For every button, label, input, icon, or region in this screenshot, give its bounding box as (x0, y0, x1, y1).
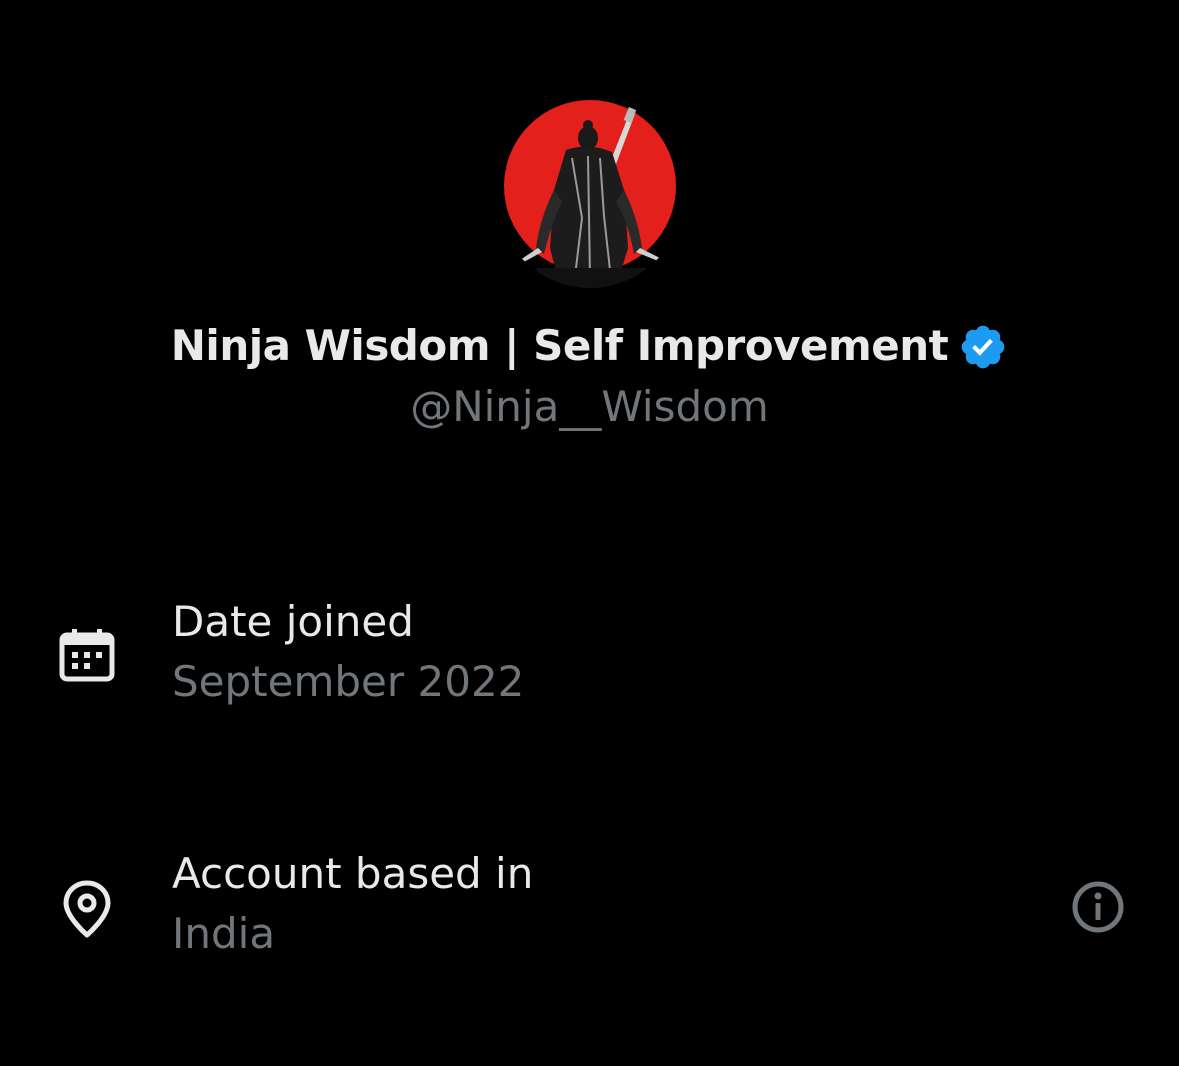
display-name: Ninja Wisdom | Self Improvement (170, 320, 949, 370)
date-joined-label: Date joined (172, 597, 414, 646)
date-joined-value: September 2022 (172, 657, 525, 706)
date-joined-row: Date joined September 2022 (0, 595, 1179, 725)
verified-badge-icon (958, 322, 1008, 372)
profile-handle: @Ninja__Wisdom (410, 382, 769, 431)
profile-name-row: Ninja Wisdom | Self Improvement (0, 318, 1179, 372)
location-pin-icon (56, 877, 118, 939)
calendar-icon (56, 625, 118, 687)
profile-avatar[interactable] (496, 98, 684, 288)
account-location-value: India (172, 909, 276, 958)
account-location-row: Account based in India (0, 847, 1179, 977)
info-icon[interactable] (1068, 877, 1128, 937)
ninja-avatar-image (496, 98, 684, 288)
account-location-label: Account based in (172, 849, 534, 898)
